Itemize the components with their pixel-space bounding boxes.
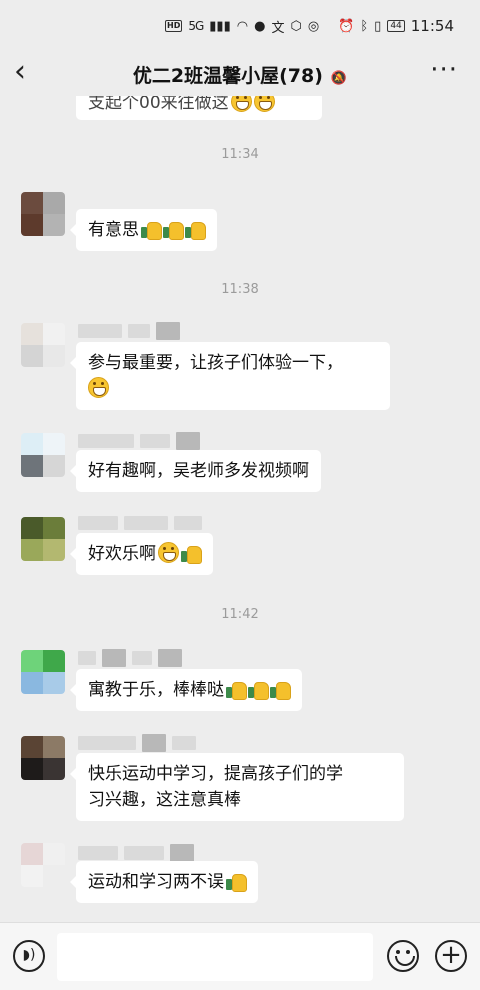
message-bubble[interactable]: 好有趣啊，吴老师多发视频啊: [70, 450, 321, 492]
muted-bell-icon: 🔕: [330, 71, 348, 86]
input-bar: ◗) +: [0, 922, 480, 990]
thumbs-up-icon: [226, 872, 247, 892]
voice-icon: ◗): [22, 947, 36, 963]
title-wrap: 优二2班温馨小屋(78) 🔕: [0, 61, 480, 88]
shield-icon: ⬡: [290, 18, 302, 34]
avatar[interactable]: [21, 650, 65, 694]
avatar[interactable]: [21, 736, 65, 780]
message-icon: ●: [254, 18, 266, 34]
message-text: 好有趣啊，吴老师多发视频啊: [88, 461, 309, 481]
hd-badge: HD: [165, 20, 183, 32]
avatar[interactable]: [21, 323, 65, 367]
more-button[interactable]: ···: [430, 56, 458, 84]
message-text: 习兴趣，这注意真棒: [88, 790, 241, 810]
message-bubble-partial[interactable]: 支起个00来往做这: [76, 96, 322, 120]
sender-name: [78, 844, 194, 862]
emoji-button[interactable]: [387, 940, 419, 972]
thumbs-up-icon: [141, 220, 162, 240]
message-text: 寓教于乐，棒棒哒: [88, 680, 224, 700]
message-input[interactable]: [57, 933, 373, 981]
timestamp: 11:34: [221, 147, 259, 162]
voice-button[interactable]: ◗): [13, 940, 45, 972]
chat-area[interactable]: 支起个00来往做这 11:34 有意思 11:38 参与最重要，让孩子们体验一下…: [0, 96, 480, 922]
message-text: 运动和学习两不误: [88, 872, 224, 892]
chat-title: 优二2班温馨小屋(78): [132, 65, 323, 87]
bluetooth-icon: ᛒ: [360, 18, 369, 34]
grin-emoji-icon: [158, 542, 179, 563]
sender-name: [78, 734, 196, 752]
thumbs-up-icon: [270, 680, 291, 700]
plus-icon: +: [440, 940, 462, 970]
message-bubble[interactable]: 快乐运动中学习，提高孩子们的学 习兴趣，这注意真棒: [70, 753, 404, 821]
message-bubble[interactable]: 运动和学习两不误: [70, 861, 258, 903]
thumbs-up-icon: [248, 680, 269, 700]
status-bar: HD 5G ▮▮▮ ◠ ● 文 ⬡ ◎ ⏰ ᛒ ▯ 44 11:54: [0, 0, 480, 52]
avatar[interactable]: [21, 192, 65, 236]
wifi-icon: ◠: [236, 18, 249, 34]
app-icon: ◎: [307, 18, 320, 34]
signal-bars-icon: ▮▮▮: [209, 18, 231, 34]
status-time: 11:54: [410, 17, 454, 35]
message-bubble[interactable]: 有意思: [70, 209, 217, 251]
more-dots-icon: ···: [430, 55, 458, 85]
vibrate-icon: ▯: [374, 18, 382, 34]
grin-emoji-icon: [88, 377, 109, 398]
message-bubble[interactable]: 寓教于乐，棒棒哒: [70, 669, 302, 711]
title-bar: ‹ 优二2班温馨小屋(78) 🔕 ···: [0, 52, 480, 96]
sender-name: [78, 514, 202, 532]
battery-icon: 44: [387, 20, 405, 32]
message-text: 支起个00来往做这: [88, 96, 229, 113]
thumbs-up-icon: [181, 544, 202, 564]
timestamp: 11:42: [221, 607, 259, 622]
message-text: 快乐运动中学习，提高孩子们的学: [88, 764, 343, 784]
thumbs-up-icon: [226, 680, 247, 700]
network-label: 5G: [188, 19, 204, 33]
sender-name: [78, 432, 200, 450]
avatar[interactable]: [21, 517, 65, 561]
alarm-icon: ⏰: [338, 18, 355, 34]
thumbs-up-icon: [163, 220, 184, 240]
status-right: ⏰ ᛒ ▯ 44 11:54: [338, 17, 454, 35]
grin-emoji-icon: [230, 96, 252, 112]
grin-emoji-icon: [253, 96, 275, 112]
avatar[interactable]: [21, 843, 65, 887]
avatar[interactable]: [21, 433, 65, 477]
message-text: 参与最重要，让孩子们体验一下，: [88, 353, 343, 373]
sender-name: [78, 649, 182, 667]
translate-icon: 文: [271, 20, 285, 36]
timestamp: 11:38: [221, 282, 259, 297]
message-bubble[interactable]: 参与最重要，让孩子们体验一下，: [70, 342, 390, 410]
status-left: HD 5G ▮▮▮ ◠ ● 文 ⬡ ◎: [165, 17, 319, 36]
more-functions-button[interactable]: +: [435, 940, 467, 972]
thumbs-up-icon: [185, 220, 206, 240]
message-text: 有意思: [88, 220, 139, 240]
message-bubble[interactable]: 好欢乐啊: [70, 533, 213, 575]
message-text: 好欢乐啊: [88, 544, 156, 564]
sender-name: [78, 322, 180, 340]
